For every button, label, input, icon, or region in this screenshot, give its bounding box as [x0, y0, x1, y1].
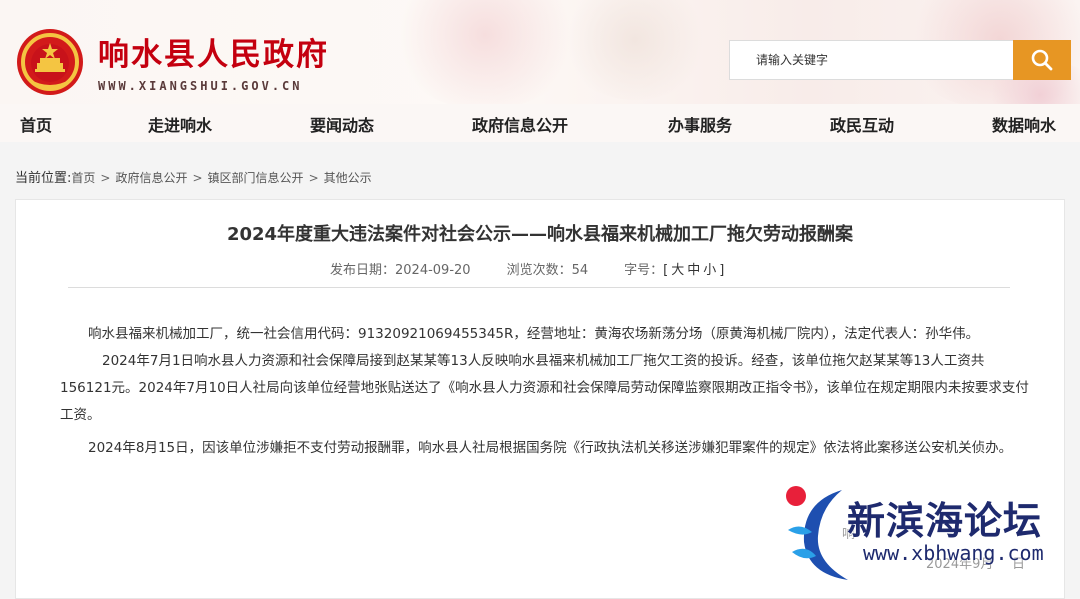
site-domain: WWW.XIANGSHUI.GOV.CN: [98, 79, 303, 93]
breadcrumb-link-other[interactable]: 其他公示: [324, 171, 372, 185]
blossom-decoration: [560, 0, 710, 100]
publish-date: 2024-09-20: [395, 263, 471, 278]
publish-date-label: 发布日期：: [330, 263, 396, 278]
views-count: 54: [571, 263, 589, 278]
national-emblem-icon: [17, 29, 83, 95]
main-nav: 首页 走进响水 要闻动态 政府信息公开 办事服务 政民互动 数据响水: [0, 104, 1080, 142]
article-paragraph-3: 2024年8月15日，因该单位涉嫌拒不支付劳动报酬罪，响水县人社局根据国务院《行…: [88, 440, 1013, 456]
breadcrumb-separator: >: [308, 171, 319, 185]
breadcrumb-link-home[interactable]: 首页: [71, 171, 95, 185]
article-meta: 发布日期：2024-09-20 浏览次数：54 字号：[大中小]: [330, 259, 727, 278]
nav-item-data[interactable]: 数据响水: [992, 112, 1056, 136]
breadcrumb-separator: >: [100, 171, 111, 185]
nav-item-interaction[interactable]: 政民互动: [830, 112, 894, 136]
nav-item-services[interactable]: 办事服务: [668, 112, 732, 136]
font-size-medium[interactable]: 中: [687, 263, 703, 278]
breadcrumb: 当前位置:首页 > 政府信息公开 > 镇区部门信息公开 > 其他公示: [15, 167, 372, 186]
article-paragraph-2: 2024年7月1日响水县人力资源和社会保障局接到赵某某等13人反映响水县福来机械…: [60, 353, 1029, 423]
search-box: [729, 40, 1015, 80]
search-input[interactable]: [730, 41, 1000, 79]
watermark-forum-name: 新滨海论坛: [847, 499, 1043, 543]
views-label: 浏览次数：: [506, 263, 572, 278]
article-title: 2024年度重大违法案件对社会公示——响水县福来机械加工厂拖欠劳动报酬案: [226, 224, 854, 245]
font-size-small[interactable]: 小: [703, 263, 719, 278]
breadcrumb-lead: 当前位置:: [15, 171, 72, 186]
site-title[interactable]: 响水县人民政府: [98, 29, 329, 74]
site-header: 响水县人民政府 WWW.XIANGSHUI.GOV.CN: [0, 0, 1080, 104]
title-divider: [68, 287, 1010, 288]
blossom-decoration: [390, 0, 580, 104]
font-size-label: 字号：: [624, 263, 664, 278]
nav-item-news[interactable]: 要闻动态: [310, 112, 374, 136]
font-bracket-close: ]: [719, 263, 728, 278]
nav-item-about-xiangshui[interactable]: 走进响水: [148, 112, 212, 136]
breadcrumb-link-dept-info[interactable]: 镇区部门信息公开: [208, 171, 304, 185]
breadcrumb-link-gov-info[interactable]: 政府信息公开: [115, 171, 187, 185]
search-icon: [1031, 49, 1053, 71]
breadcrumb-separator: >: [192, 171, 203, 185]
search-button[interactable]: [1013, 40, 1071, 80]
font-size-large[interactable]: 大: [671, 263, 687, 278]
watermark-url: www.xbhwang.com: [863, 541, 1044, 565]
article-paragraph-1: 响水县福来机械加工厂，统一社会信用代码：91320921069455345R，经…: [88, 326, 980, 342]
nav-item-home[interactable]: 首页: [20, 112, 52, 136]
nav-item-gov-info[interactable]: 政府信息公开: [472, 112, 568, 136]
